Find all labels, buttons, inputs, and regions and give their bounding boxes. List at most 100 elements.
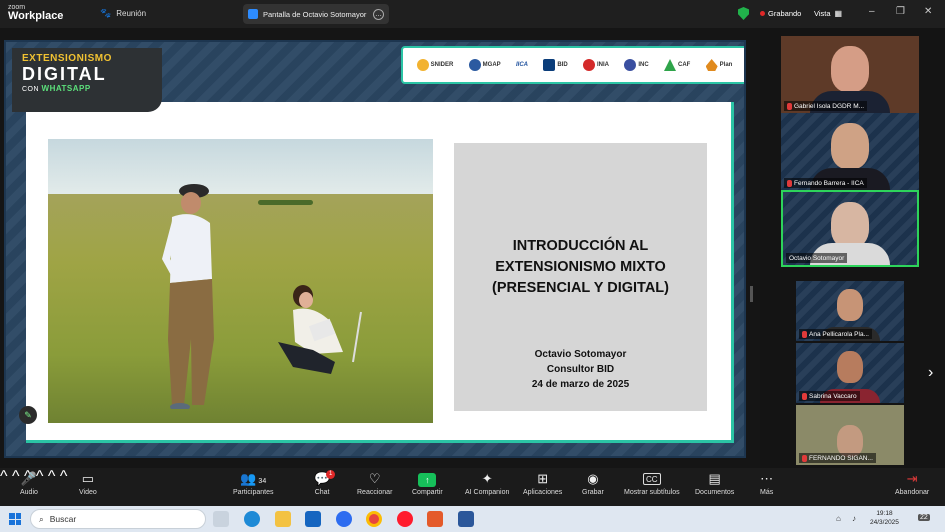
more-dots-icon: ⋯ [760, 471, 774, 486]
search-icon: ⌕ [39, 513, 44, 524]
screen-share-indicator[interactable]: Pantalla de Octavio Sotomayor … [243, 4, 389, 24]
heart-icon: ♡ [368, 471, 381, 486]
partner-logo: BID [543, 59, 568, 71]
muted-mic-icon [787, 179, 792, 187]
leave-meeting-button[interactable]: ⇥ Abandonar [895, 471, 929, 496]
more-button[interactable]: ⋯ Más [760, 471, 773, 496]
word-icon[interactable] [458, 511, 474, 527]
recording-label: Grabando [768, 9, 802, 18]
partner-logos: SNIDER MGAP IICA BID INIA INC CAF Plan [401, 46, 744, 84]
muted-mic-icon [802, 454, 807, 462]
react-options-chevron-icon[interactable]: ^ [48, 468, 56, 485]
researcher-figure [278, 285, 362, 374]
partner-logo: Plan [705, 59, 732, 71]
view-grid-icon: ▦ [834, 9, 843, 18]
chat-unread-badge: 1 [326, 470, 336, 479]
volume-icon[interactable]: ♪ [852, 514, 856, 523]
participant-name-tag: Sabrina Vaccaro [799, 391, 860, 401]
next-page-chevron-icon[interactable]: › [928, 364, 933, 382]
share-screen-button[interactable]: ↑ Compartir [412, 471, 443, 496]
meeting-label: Reunión [116, 9, 147, 18]
logo-whatsapp: WHATSAPP [41, 84, 91, 93]
participant-name-tag: Fernando Barrera - IICA [784, 178, 867, 188]
documents-button[interactable]: ▤ Documentos [695, 471, 734, 496]
task-view-icon[interactable] [213, 511, 229, 527]
more-options-icon[interactable]: … [373, 8, 384, 20]
field-photo [48, 139, 433, 423]
meeting-info-button[interactable]: 🐾 Reunión [100, 8, 146, 19]
video-camera-icon: ▭ [81, 471, 95, 486]
taskbar-clock[interactable]: 19:18 24/3/2025 [870, 509, 899, 527]
zoom-taskbar-icon[interactable] [336, 511, 352, 527]
video-tile[interactable]: Gabriel Isola DGDR M... [781, 36, 919, 113]
record-button[interactable]: ◉ Grabar [582, 471, 604, 496]
ai-sparkle-icon: ✦ [481, 471, 493, 486]
video-button[interactable]: ▭ Video [79, 471, 97, 496]
meeting-toolbar: 🎤 Audio ^ ▭ Video ^ 👥 34 Participantes ^ … [0, 468, 945, 506]
captions-options-chevron-icon[interactable]: ^ [60, 468, 68, 485]
video-tile[interactable]: Fernando Barrera - IICA [781, 113, 919, 190]
video-tile[interactable]: Sabrina Vaccaro [796, 343, 904, 403]
video-tile[interactable]: FERNANDO SIGAN... [796, 405, 904, 465]
partner-logo: CAF [663, 59, 690, 71]
partner-logo: IICA [515, 62, 528, 68]
taskbar-search-input[interactable]: ⌕ Buscar [30, 509, 206, 529]
participants-button[interactable]: 👥 34 Participantes [233, 471, 273, 496]
recording-dot-icon [760, 11, 765, 16]
captions-button[interactable]: CC Mostrar subtítulos [624, 471, 680, 496]
record-icon: ◉ [587, 471, 599, 486]
document-icon: ▤ [708, 471, 721, 486]
outlook-icon[interactable] [305, 511, 321, 527]
apps-button[interactable]: ⊞ Aplicaciones [523, 471, 562, 496]
resize-handle[interactable] [750, 286, 753, 302]
zoom-logo: zoom Workplace [8, 4, 63, 22]
presentation-slide: EXTENSIONISMO DIGITAL CON WHATSAPP SNIDE… [4, 40, 746, 458]
title-bar: zoom Workplace 🐾 Reunión Pantalla de Oct… [0, 0, 945, 28]
react-button[interactable]: ♡ Reaccionar [357, 471, 392, 496]
partner-logo: INIA [582, 59, 609, 71]
video-options-chevron-icon[interactable]: ^ [12, 468, 20, 485]
partner-logo: SNIDER [416, 59, 453, 71]
wps-office-icon[interactable] [427, 511, 443, 527]
participants-icon: 👥 34 [240, 471, 267, 486]
participant-name-tag: Ana Pellicarola Pla... [799, 329, 872, 339]
chat-button[interactable]: 💬 1 Chat [314, 470, 336, 496]
windows-start-icon[interactable] [9, 513, 21, 525]
encryption-shield-icon[interactable] [738, 7, 749, 20]
recording-indicator[interactable]: Grabando [760, 9, 801, 18]
annotate-pen-icon[interactable]: ✎ [19, 406, 37, 424]
muted-mic-icon [787, 102, 792, 110]
logo-con: CON [22, 86, 40, 93]
audio-options-chevron-icon[interactable]: ^ [0, 468, 8, 485]
author-role: Consultor BID [546, 364, 615, 375]
windows-taskbar: ⌕ Buscar ⌂ ♪ 19:18 24/3/2025 22 [0, 506, 945, 532]
wifi-icon[interactable]: ⌂ [836, 514, 841, 523]
video-tile-active-speaker[interactable]: Octavio Sotomayor [781, 190, 919, 267]
video-tile[interactable]: Ana Pellicarola Pla... [796, 281, 904, 341]
opera-icon[interactable] [397, 511, 413, 527]
file-explorer-icon[interactable] [275, 511, 291, 527]
share-arrow-icon: ↑ [418, 473, 437, 487]
close-icon[interactable]: ✕ [924, 6, 932, 17]
muted-mic-icon [802, 392, 807, 400]
slide-title-box: INTRODUCCIÓN AL EXTENSIONISMO MIXTO (PRE… [454, 143, 707, 411]
participant-name-tag: Gabriel Isola DGDR M... [784, 101, 868, 111]
notification-badge[interactable]: 22 [918, 514, 930, 521]
view-label: Vista [814, 9, 831, 18]
partner-logo: MGAP [468, 59, 501, 71]
closed-captions-icon: CC [643, 473, 661, 485]
audio-button[interactable]: 🎤 Audio [20, 471, 38, 496]
farmer-figure [162, 184, 214, 409]
apps-icon: ⊞ [537, 471, 549, 486]
view-button[interactable]: Vista ▦ [814, 9, 842, 18]
minimize-icon[interactable]: – [869, 6, 875, 17]
edge-browser-icon[interactable] [244, 511, 260, 527]
presentation-date: 24 de marzo de 2025 [531, 379, 630, 390]
mic-muted-icon: 🎤 [20, 471, 38, 486]
chrome-icon[interactable] [366, 511, 382, 527]
screen-share-icon [248, 9, 258, 19]
meeting-icon: 🐾 [100, 8, 112, 18]
maximize-icon[interactable]: ❐ [896, 6, 905, 17]
logo-line-1: EXTENSIONISMO [22, 53, 112, 64]
ai-companion-button[interactable]: ✦ AI Companion [465, 471, 509, 496]
